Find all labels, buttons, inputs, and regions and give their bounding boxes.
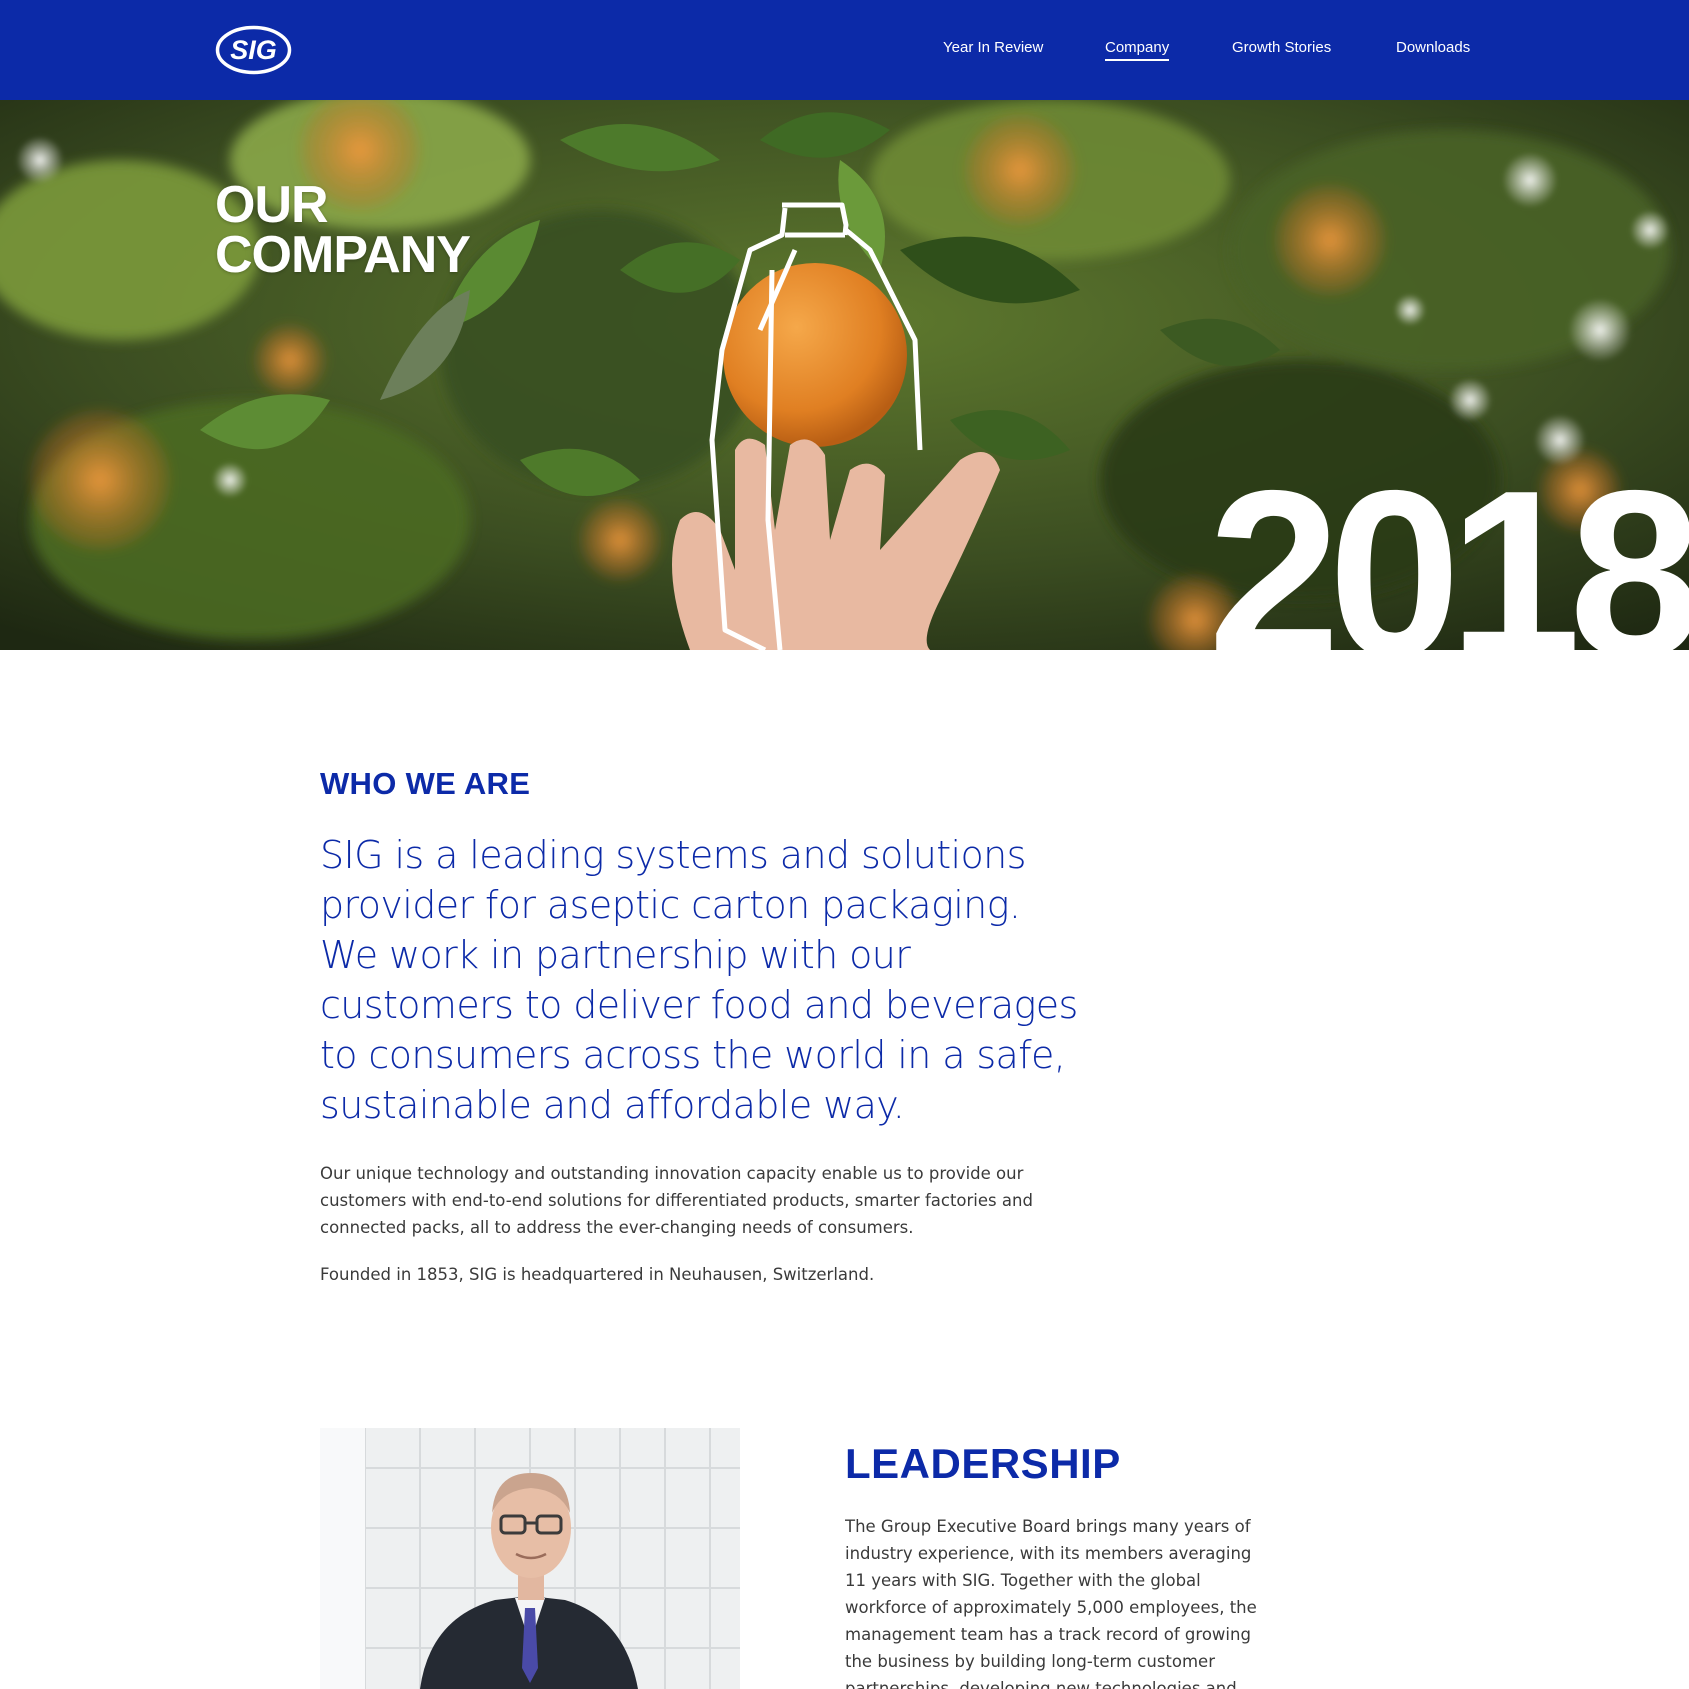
nav-downloads[interactable]: Downloads [1396,39,1470,56]
who-we-are-lead: SIG is a leading systems and solutions p… [320,833,1078,1127]
hero-banner: OUR COMPANY 2018 [0,100,1689,650]
leadership-heading: LEADERSHIP [845,1440,1121,1487]
ceo-portrait-image [320,1428,740,1689]
leadership-text: The Group Executive Board brings many ye… [845,1517,1257,1689]
logo-text: SIG [230,35,277,65]
hero-title-line1: OUR [215,176,329,234]
hero-year: 2018 [1208,442,1689,651]
who-we-are-heading: WHO WE ARE [320,766,531,801]
hero-title: OUR COMPANY [215,176,471,284]
sig-logo[interactable]: SIG [215,25,292,75]
orange-fruit [723,263,907,447]
who-we-are-paragraph-2: Founded in 1853, SIG is headquartered in… [320,1265,875,1284]
nav-growth-stories[interactable]: Growth Stories [1232,39,1331,56]
nav-year-in-review[interactable]: Year In Review [943,39,1043,56]
who-we-are-paragraph-1: Our unique technology and outstanding in… [320,1164,1033,1237]
nav-company[interactable]: Company [1105,39,1170,61]
top-nav: SIG Year In Review Company Growth Storie… [0,0,1689,100]
hero-title-line2: COMPANY [215,226,471,284]
